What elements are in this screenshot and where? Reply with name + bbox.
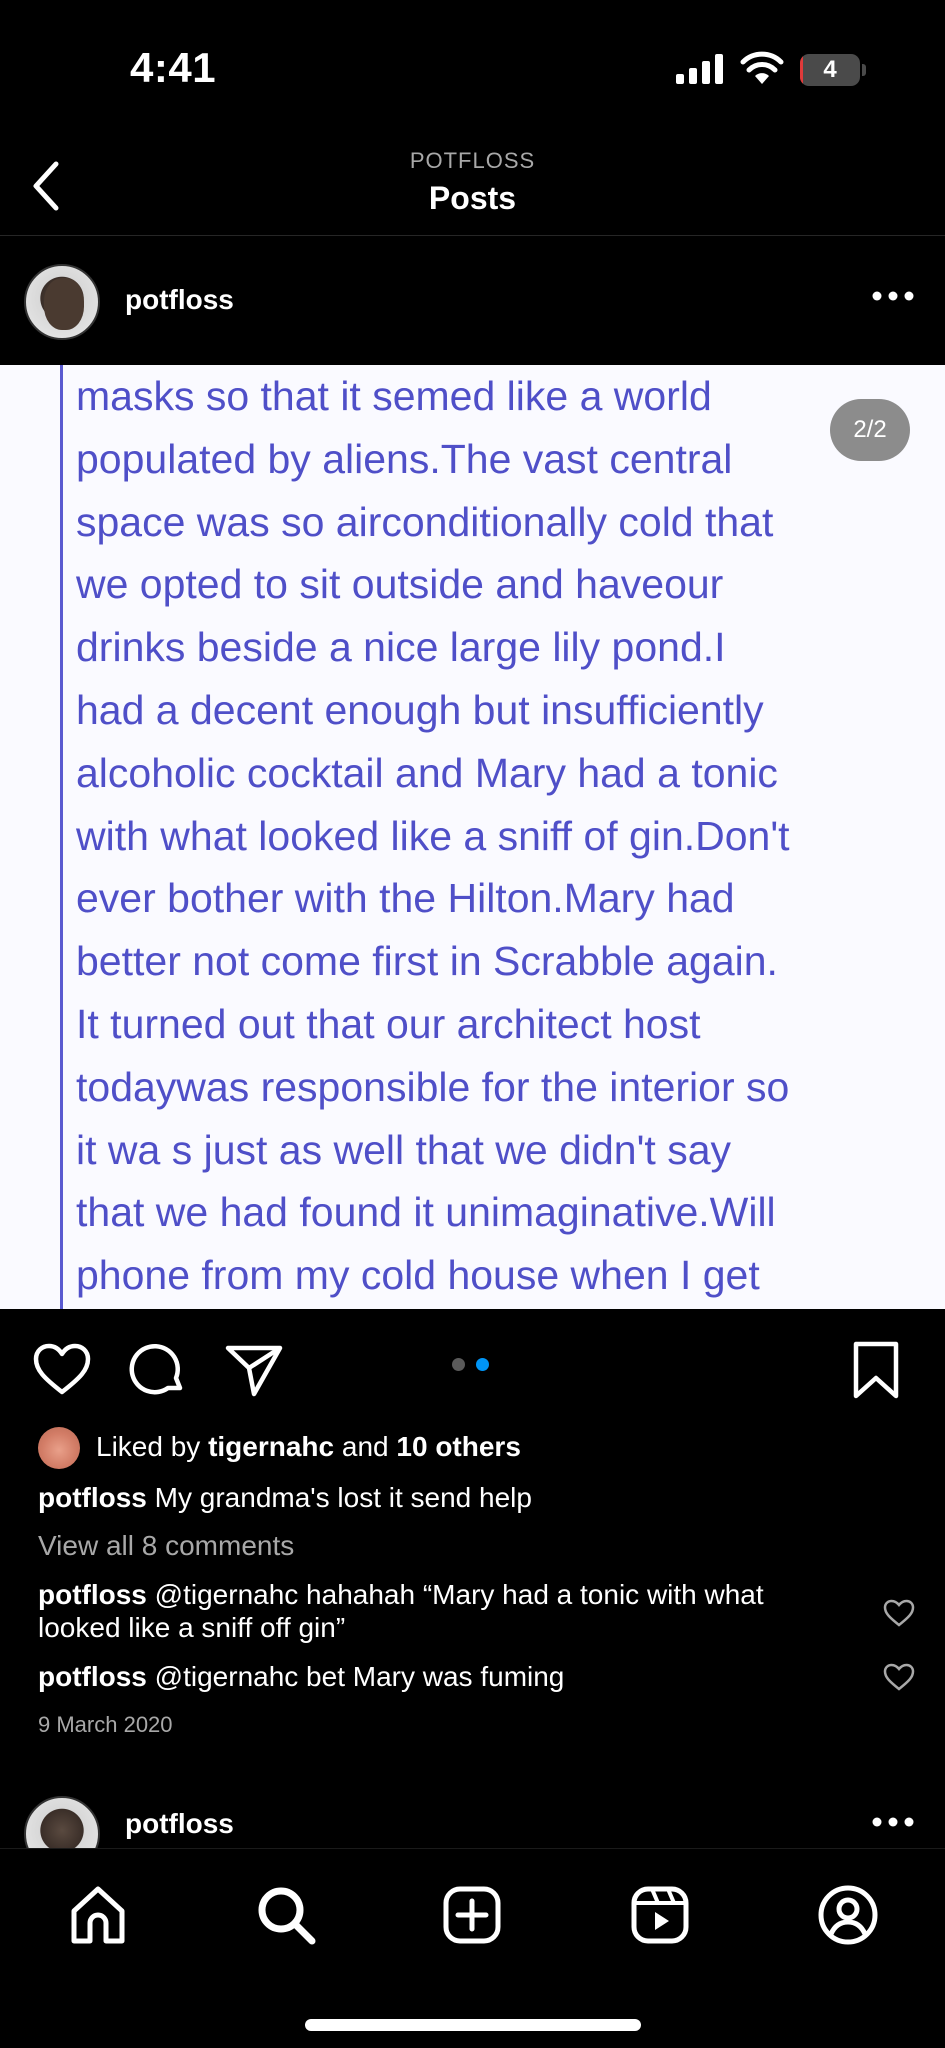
post-header: potfloss: [0, 256, 945, 352]
post-image-text-line: had a decent enough but insufficiently: [76, 686, 764, 733]
post-image-text-line: phone from my cold house when I get: [76, 1252, 760, 1299]
comment-text: @tigernahc bet Mary was fuming: [154, 1661, 565, 1692]
carousel-counter: 2/2: [830, 399, 910, 461]
view-all-comments-link[interactable]: View all 8 comments: [38, 1530, 294, 1562]
search-icon[interactable]: [254, 1883, 318, 1947]
nav-subtitle: POTFLOSS: [409, 148, 536, 173]
nav-header: POTFLOSS Posts: [0, 140, 945, 236]
post-image-text-line: we opted to sit outside and haveour: [76, 561, 724, 608]
post-image-text-line: masks so that it semed like a world: [76, 373, 712, 419]
comment-like-heart-icon[interactable]: [883, 1662, 915, 1692]
heart-icon[interactable]: [32, 1340, 92, 1400]
avatar[interactable]: [24, 1796, 100, 1848]
post-image-text-line: it wa s just as well that we didn't say: [76, 1126, 731, 1173]
bookmark-icon[interactable]: [846, 1340, 906, 1400]
post-image-text: masks so that it semed like a world popul…: [76, 365, 936, 1307]
likes-middle: and: [334, 1431, 397, 1462]
status-bar: 4:41 4: [0, 0, 945, 140]
likes-others[interactable]: 10 others: [396, 1431, 521, 1462]
home-indicator[interactable]: [305, 2019, 641, 2031]
caption-username[interactable]: potfloss: [38, 1482, 147, 1513]
post-image-text-line: todaywas responsible for the interior so: [76, 1063, 790, 1110]
post-image-text-line: ever bother with the Hilton.Mary had: [76, 875, 735, 922]
comment-like-heart-icon[interactable]: [883, 1598, 915, 1628]
post-image-text-line: It turned out that our architect host: [76, 1000, 701, 1047]
caption-text: My grandma's lost it send help: [154, 1482, 532, 1513]
cellular-signal-icon: [676, 54, 723, 84]
comment-username[interactable]: potfloss: [38, 1579, 147, 1610]
likes-prefix: Liked by: [96, 1431, 209, 1462]
liker-avatar: [38, 1427, 80, 1469]
post-image-text-line: populated by aliens.The vast central: [76, 435, 733, 482]
post-date: 9 March 2020: [38, 1712, 173, 1737]
more-options-icon[interactable]: [871, 1812, 915, 1832]
next-post-header: potfloss: [0, 1792, 945, 1848]
likes-text[interactable]: Liked by tigernahc and 10 others: [96, 1431, 521, 1463]
comment-item: potfloss @tigernahc bet Mary was fuming: [38, 1660, 838, 1693]
battery-indicator: 4: [800, 54, 866, 86]
avatar[interactable]: [24, 264, 100, 340]
carousel-dot: [476, 1358, 489, 1371]
page-title: Posts: [428, 180, 517, 216]
home-icon[interactable]: [66, 1883, 130, 1947]
post-username[interactable]: potfloss: [125, 284, 234, 316]
paper-plane-icon[interactable]: [224, 1340, 284, 1400]
post-image-text-line: space was so airconditionally cold that: [76, 498, 774, 545]
post-image-text-line: better not come first in Scrabble again.: [76, 938, 778, 985]
comment-username[interactable]: potfloss: [38, 1661, 147, 1692]
carousel-dot: [452, 1358, 465, 1371]
reels-icon[interactable]: [628, 1883, 692, 1947]
post-username[interactable]: potfloss: [125, 1808, 234, 1840]
post-image-text-line: alcoholic cocktail and Mary had a tonic: [76, 749, 778, 796]
wifi-icon: [740, 51, 784, 84]
battery-percentage: 4: [823, 56, 837, 83]
profile-icon[interactable]: [816, 1883, 880, 1947]
carousel-dots: [452, 1358, 492, 1374]
post-image-text-line: that we had found it unimaginative.Will: [76, 1189, 776, 1236]
more-options-icon[interactable]: [871, 286, 915, 306]
post-image-text-line: drinks beside a nice large lily pond.I: [76, 624, 726, 671]
action-bar: [0, 1330, 945, 1400]
quote-line: [60, 365, 63, 1309]
post-image[interactable]: masks so that it semed like a world popul…: [0, 365, 945, 1309]
liker-username[interactable]: tigernahc: [208, 1431, 334, 1462]
post-image-text-line: with what looked like a sniff of gin.Don…: [76, 812, 790, 859]
bottom-tab-bar: [0, 1848, 945, 2048]
status-time: 4:41: [130, 44, 217, 91]
comment-bubble-icon[interactable]: [128, 1340, 188, 1400]
comment-text: @tigernahc hahahah “Mary had a tonic wit…: [38, 1579, 764, 1643]
comment-item: potfloss @tigernahc hahahah “Mary had a …: [38, 1578, 838, 1644]
new-post-icon[interactable]: [440, 1883, 504, 1947]
post-caption: potfloss My grandma's lost it send help: [38, 1482, 532, 1514]
